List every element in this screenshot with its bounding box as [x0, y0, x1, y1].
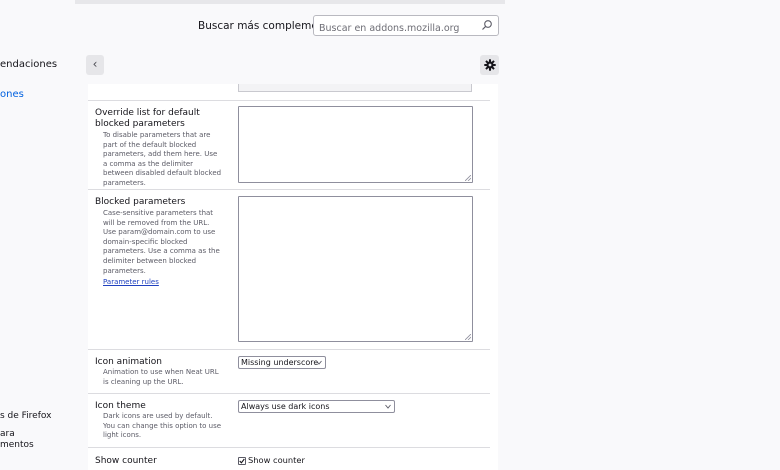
override-list-textarea[interactable] [238, 106, 473, 183]
icon-theme-title: Icon theme [95, 401, 146, 411]
chevron-down-icon [385, 404, 391, 409]
divider [88, 447, 490, 448]
divider [88, 189, 490, 190]
divider [88, 100, 490, 101]
parameter-rules-link[interactable]: Parameter rules [103, 278, 159, 286]
sidebar-item-recommendations[interactable]: endaciones [0, 59, 57, 70]
resize-grip-icon[interactable] [465, 175, 471, 181]
blocked-parameters-title: Blocked parameters [95, 197, 186, 207]
checkmark-icon [239, 458, 245, 464]
chevron-down-icon [316, 360, 322, 365]
options-panel: Override list for default blocked parame… [88, 84, 498, 470]
blocked-parameters-textarea[interactable] [238, 196, 473, 342]
search-icon[interactable] [481, 19, 493, 31]
sidebar-item-firefox-options[interactable]: s de Firefox [0, 411, 51, 421]
search-input[interactable] [314, 19, 469, 38]
icon-theme-select[interactable]: Always use dark icons [238, 400, 395, 413]
sidebar-item-extensions[interactable]: ones [0, 89, 24, 100]
sidebar-item-help-line2[interactable]: mentos [0, 440, 34, 450]
divider [88, 349, 490, 350]
show-counter-title: Show counter [95, 456, 157, 466]
search-box[interactable] [313, 15, 499, 38]
divider [88, 393, 490, 394]
blocked-parameters-description: Case-sensitive parameters that will be r… [103, 209, 220, 275]
show-counter-checkbox[interactable] [238, 457, 246, 465]
sidebar-item-help-line1[interactable]: ara [0, 429, 15, 439]
show-counter-label[interactable]: Show counter [248, 455, 305, 465]
back-button[interactable]: ‹ [86, 55, 104, 75]
icon-animation-description: Animation to use when Neat URL is cleani… [103, 368, 219, 386]
icon-animation-select[interactable]: Missing underscore [238, 356, 326, 369]
icon-animation-title: Icon animation [95, 357, 162, 367]
chevron-left-icon: ‹ [92, 57, 98, 71]
resize-grip-icon[interactable] [465, 334, 471, 340]
gear-icon [483, 59, 496, 71]
override-list-title: Override list for default blocked parame… [95, 108, 200, 129]
icon-theme-description: Dark icons are used by default. You can … [103, 412, 222, 440]
previous-textarea[interactable] [238, 84, 472, 92]
top-scroll-strip [75, 0, 505, 4]
override-list-description: To disable parameters that are part of t… [103, 131, 222, 187]
tools-menu-button[interactable] [480, 55, 499, 75]
